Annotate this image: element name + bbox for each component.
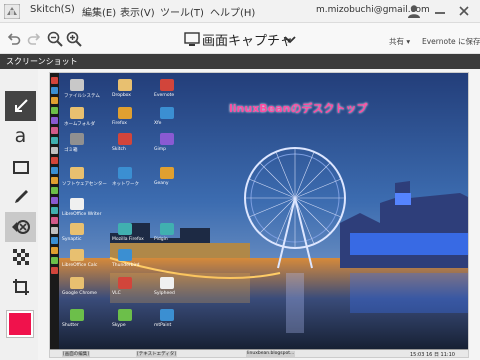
desktop-icon[interactable]	[70, 79, 84, 91]
toolbar: 画面キャプチャ 共有 ▾ Evernote に保存	[0, 23, 480, 54]
menu-bar: Skitch(S) 編集(E) 表示(V) ツール(T) ヘルプ(H) m.mi…	[0, 0, 480, 23]
desktop-icon[interactable]	[70, 167, 84, 179]
desktop-icon[interactable]	[70, 309, 84, 321]
desktop-icon-label: Sylpheed	[154, 291, 175, 296]
desktop-icon-label: Thunderbird	[112, 263, 140, 268]
skitch-logo-icon	[4, 4, 20, 19]
taskbar-item[interactable]: linuxbean.blogspot...	[246, 351, 296, 357]
menu-skitch[interactable]: Skitch(S)	[30, 4, 75, 15]
arrow-icon	[14, 99, 28, 112]
menu-view[interactable]: 表示(V)	[120, 4, 155, 19]
skitch-window: Skitch(S) 編集(E) 表示(V) ツール(T) ヘルプ(H) m.mi…	[0, 0, 480, 360]
taskbar-item[interactable]: [テキストエディタ]	[136, 351, 178, 357]
desktop-icon[interactable]	[118, 249, 132, 261]
crop-tool[interactable]	[5, 272, 36, 302]
desktop-icon-label: ファイルシステム	[64, 94, 100, 99]
desktop-icon[interactable]	[118, 79, 132, 91]
desktop-icon-label: Dropbox	[112, 93, 131, 98]
section-title: スクリーンショット	[6, 57, 78, 66]
desktop-icon-label: Gimp	[154, 147, 166, 152]
desktop-icon-label: Mozilla Firefox	[112, 237, 144, 242]
desktop-icon[interactable]	[160, 79, 174, 91]
desktop-icon[interactable]	[160, 167, 174, 179]
desktop-icon-label: Pidgin	[154, 237, 168, 242]
desktop-icon[interactable]	[70, 277, 84, 289]
minimize-icon[interactable]	[434, 4, 446, 18]
desktop-icon-label: Synaptic	[62, 237, 82, 242]
launcher-panel	[50, 73, 59, 357]
annotation-text[interactable]: linuxBeanのデスクトップ	[229, 100, 367, 116]
desktop-icon-label: ソフトウェアセンター	[62, 182, 107, 187]
zoom-in-icon[interactable]	[66, 31, 82, 47]
screen-capture-icon	[184, 32, 200, 46]
desktop-icon[interactable]	[118, 309, 132, 321]
desktop-icon[interactable]	[70, 133, 84, 145]
save-to-evernote-button[interactable]: Evernote に保存	[422, 36, 480, 47]
desktop-icon-label: ゴミ箱	[64, 148, 78, 153]
text-tool[interactable]: a	[5, 121, 36, 151]
desktop-icon-label: Evernote	[154, 93, 175, 98]
pixelate-icon	[12, 249, 29, 265]
desktop-icon-label: Shutter	[62, 323, 79, 328]
desktop-icon[interactable]	[70, 249, 84, 261]
desktop-icon[interactable]	[160, 223, 174, 235]
menu-tools[interactable]: ツール(T)	[160, 4, 204, 19]
redo-icon[interactable]	[26, 31, 42, 47]
zoom-out-icon[interactable]	[47, 31, 63, 47]
desktop-icon[interactable]	[118, 133, 132, 145]
share-button[interactable]: 共有 ▾	[389, 36, 410, 47]
desktop-icon-label: Skitch	[112, 147, 126, 152]
desktop-icon-label: Geany	[154, 181, 169, 186]
menu-help[interactable]: ヘルプ(H)	[210, 4, 255, 19]
user-icon[interactable]	[407, 4, 421, 18]
rectangle-tool[interactable]	[5, 152, 36, 182]
desktop-taskbar: [画面の編集] [テキストエディタ] linuxbean.blogspot...…	[50, 349, 468, 358]
color-picker-swatch[interactable]	[6, 310, 34, 338]
desktop-icon[interactable]	[160, 107, 174, 119]
tool-palette: a	[0, 69, 38, 360]
crop-icon	[12, 279, 29, 295]
screenshot-image[interactable]: ファイルシステム ホームフォルダ ゴミ箱 ソフトウェアセンター LibreOff…	[49, 72, 469, 358]
desktop-icon-label: LibreOffice Calc	[62, 263, 98, 268]
stamp-tool[interactable]	[5, 212, 36, 242]
pixelate-tool[interactable]	[5, 242, 36, 272]
desktop-icon-label: LibreOffice Writer	[62, 212, 102, 217]
chevron-down-icon[interactable]	[282, 31, 298, 47]
desktop-icon-label: Skype	[112, 323, 126, 328]
stamp-icon	[11, 220, 30, 234]
marker-tool[interactable]	[5, 182, 36, 212]
desktop-icon[interactable]	[118, 107, 132, 119]
desktop-icon[interactable]	[160, 277, 174, 289]
taskbar-clock: 15:03 16 日 11:10	[410, 352, 455, 358]
canvas-area: ファイルシステム ホームフォルダ ゴミ箱 ソフトウェアセンター LibreOff…	[38, 69, 480, 360]
menu-edit[interactable]: 編集(E)	[82, 4, 116, 19]
desktop-icon[interactable]	[70, 198, 84, 210]
desktop-icon[interactable]	[70, 107, 84, 119]
desktop-icon[interactable]	[160, 133, 174, 145]
desktop-icon-label: Xfe	[154, 121, 162, 126]
taskbar-item[interactable]: [画面の編集]	[62, 351, 91, 357]
desktop-icon[interactable]	[70, 223, 84, 235]
desktop-icon-label: ホームフォルダ	[64, 122, 96, 127]
desktop-icon-label: VLC	[112, 291, 121, 296]
desktop-icon[interactable]	[118, 277, 132, 289]
desktop-icon-label: ネットワーク	[112, 182, 139, 187]
marker-icon	[14, 190, 28, 203]
desktop-icon[interactable]	[118, 223, 132, 235]
close-icon[interactable]	[457, 4, 471, 18]
desktop-icon[interactable]	[118, 167, 132, 179]
desktop-icon-label: Google Chrome	[62, 291, 97, 296]
desktop-icon-label: Firefox	[112, 121, 127, 126]
arrow-tool[interactable]	[5, 91, 36, 121]
desktop-icon-label: mtPaint	[154, 323, 172, 328]
section-header: スクリーンショット	[0, 54, 480, 69]
document-title[interactable]: 画面キャプチャ	[202, 30, 293, 49]
undo-icon[interactable]	[6, 31, 22, 47]
desktop-icon[interactable]	[160, 309, 174, 321]
rectangle-icon	[12, 161, 29, 174]
text-a-icon: a	[14, 125, 27, 147]
